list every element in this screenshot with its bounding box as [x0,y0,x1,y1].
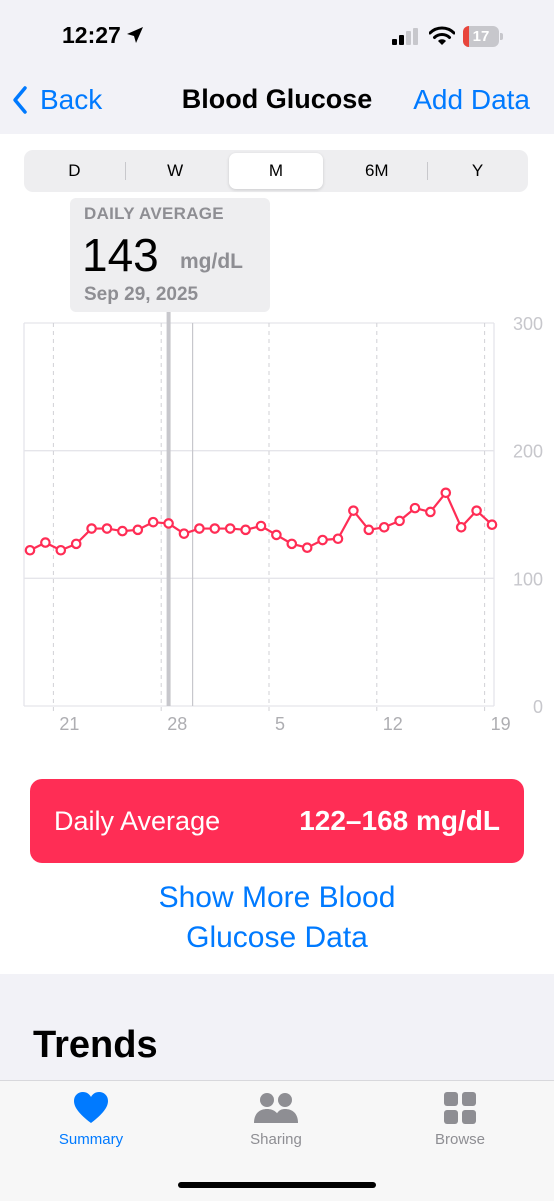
data-point[interactable] [332,533,344,545]
data-point[interactable] [363,524,375,536]
y-tick-label: 100 [513,569,543,589]
page-title-text: Blood Glucose [181,84,373,114]
show-more-line2: Glucose Data [186,921,368,954]
add-data-button[interactable]: Add Data [413,84,530,116]
chevron-left-icon [13,86,27,114]
data-point[interactable] [471,505,482,516]
data-point[interactable] [101,523,113,534]
data-point[interactable] [394,515,405,527]
x-tick-label: 21 [59,714,79,734]
battery-level: 17 [472,28,490,45]
y-tick-label: 0 [533,697,543,717]
data-point[interactable] [178,528,190,539]
status-bar: 12:27 17 [0,0,554,70]
y-tick-label: 300 [513,314,543,334]
data-point[interactable] [86,523,97,534]
data-point[interactable] [286,538,298,550]
tab-browse-label: Browse [434,1131,486,1148]
data-point[interactable] [455,521,467,533]
x-tick-label: 5 [275,714,285,734]
x-tick-label: 28 [167,714,187,734]
selection-tooltip: DAILY AVERAGE 143 mg/dL Sep 29, 2025 [70,198,270,312]
daily-average-range-bar[interactable]: Daily Average 122–168 mg/dL [30,779,524,863]
show-more-data-link[interactable]: Show More Blood Glucose Data [0,878,554,958]
data-point[interactable] [209,523,221,534]
data-point[interactable] [163,518,174,529]
data-point[interactable] [132,524,144,536]
tooltip-unit: mg/dL [180,250,243,273]
data-point[interactable] [255,520,267,532]
show-more-line1: Show More Blood [158,881,396,914]
data-point[interactable] [440,487,452,499]
wifi-icon [429,26,455,45]
data-point[interactable] [348,505,359,516]
range-label: Daily Average [54,806,221,836]
tab-summary-label: Summary [58,1131,124,1148]
tab-sharing[interactable]: Sharing [216,1091,336,1148]
trends-heading: Trends [33,1024,158,1066]
tooltip-value: 143 [82,229,159,281]
chart-card: D W M 6M Y 0 100 200 300 21 28 5 12 19 DAILY AVERAGE… [0,134,554,974]
tab-sharing-label: Sharing [250,1131,302,1148]
data-point[interactable] [55,544,67,556]
status-time: 12:27 [62,22,121,48]
data-point[interactable] [240,524,251,536]
battery-icon: 17 [463,26,503,47]
x-tick-label: 19 [491,714,511,734]
data-point[interactable] [301,542,313,553]
back-button[interactable]: Back [12,82,102,118]
data-point[interactable] [317,534,328,546]
range-value: 122–168 mg/dL [299,805,500,836]
data-point[interactable] [70,538,82,550]
data-point[interactable] [224,523,236,534]
data-point[interactable] [24,544,36,556]
cellular-signal-icon [392,28,418,45]
data-point[interactable] [486,519,498,531]
tooltip-date: Sep 29, 2025 [84,284,199,305]
data-point[interactable] [409,502,421,514]
data-point[interactable] [271,529,282,541]
data-point[interactable] [40,537,51,548]
tab-browse[interactable]: Browse [400,1091,520,1148]
data-point[interactable] [194,523,205,534]
home-indicator [178,1182,376,1188]
heart-icon [74,1092,108,1123]
navigation-bar: Back Blood Glucose Add Data [0,70,554,134]
people-icon [254,1093,298,1123]
back-label: Back [40,84,103,115]
tab-summary[interactable]: Summary [31,1091,151,1148]
data-point[interactable] [425,506,436,518]
tooltip-label: DAILY AVERAGE [84,204,224,223]
x-tick-label: 12 [383,714,403,734]
location-arrow-icon [127,27,143,43]
y-tick-label: 200 [513,442,543,462]
data-point[interactable] [378,521,390,533]
data-point[interactable] [147,516,159,528]
data-point[interactable] [117,525,128,537]
grid-icon [444,1092,476,1124]
